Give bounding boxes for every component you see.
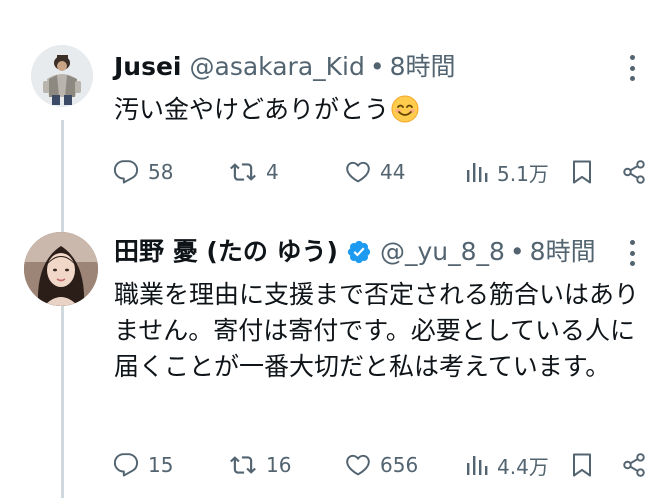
avatar[interactable] <box>24 232 98 306</box>
like-button[interactable]: 656 <box>345 448 418 482</box>
display-name[interactable]: Jusei <box>114 50 182 84</box>
tweet-actions: 15 16 656 4.4万 <box>113 448 648 482</box>
bookmark-button[interactable] <box>570 448 594 482</box>
retweet-button[interactable]: 4 <box>229 155 279 189</box>
user-handle[interactable]: @asakara_Kid <box>190 50 365 84</box>
reply-icon <box>113 159 139 185</box>
reply-count: 15 <box>148 453 174 477</box>
heart-icon <box>345 452 371 478</box>
reply-icon <box>113 452 139 478</box>
bookmark-icon <box>570 158 594 186</box>
tweet-header: 田野 憂 (たの ゆう) @_yu_8_8 • 8時間 <box>114 235 596 269</box>
retweet-icon <box>229 159 257 185</box>
views-count: 5.1万 <box>497 161 549 186</box>
retweet-button[interactable]: 16 <box>229 448 291 482</box>
tweet-text: 職業を理由に支援まで否定される筋合いはありません。寄付は寄付です。必要としている… <box>114 280 640 381</box>
verified-badge-icon[interactable] <box>346 239 372 265</box>
timestamp[interactable]: 8時間 <box>530 235 596 269</box>
views-icon <box>466 159 488 185</box>
display-name[interactable]: 田野 憂 (たの ゆう) <box>114 235 338 269</box>
tweet-text: 汚い金やけどありがとう <box>114 91 419 129</box>
share-icon <box>621 452 647 478</box>
views-count: 4.4万 <box>497 454 549 479</box>
share-button[interactable] <box>621 448 647 482</box>
tweet-header: Jusei @asakara_Kid • 8時間 <box>114 50 456 84</box>
like-count: 656 <box>380 453 419 477</box>
separator-dot: • <box>369 52 385 81</box>
separator-dot: • <box>509 237 525 266</box>
tweet-actions: 58 4 44 5.1万 <box>113 155 648 189</box>
views-icon <box>466 452 488 478</box>
heart-icon <box>345 159 371 185</box>
reply-button[interactable]: 15 <box>113 448 173 482</box>
views-button[interactable]: 5.1万 <box>466 155 549 189</box>
bookmark-icon <box>570 451 594 479</box>
more-icon[interactable] <box>628 55 636 81</box>
thread-connector-line <box>61 300 64 498</box>
avatar[interactable] <box>31 45 93 107</box>
more-icon[interactable] <box>628 240 636 266</box>
retweet-count: 16 <box>266 453 292 477</box>
retweet-icon <box>229 452 257 478</box>
smiling-face-emoji-icon <box>391 95 419 123</box>
reply-count: 58 <box>148 160 174 184</box>
bookmark-button[interactable] <box>570 155 594 189</box>
views-button[interactable]: 4.4万 <box>466 448 549 482</box>
timestamp[interactable]: 8時間 <box>390 50 456 84</box>
like-button[interactable]: 44 <box>345 155 405 189</box>
thread-connector-line <box>61 120 64 232</box>
share-button[interactable] <box>621 155 647 189</box>
reply-button[interactable]: 58 <box>113 155 173 189</box>
retweet-count: 4 <box>266 160 279 184</box>
like-count: 44 <box>380 160 406 184</box>
user-handle[interactable]: @_yu_8_8 <box>380 235 505 269</box>
share-icon <box>621 159 647 185</box>
tweet-text-content: 汚い金やけどありがとう <box>114 95 390 124</box>
